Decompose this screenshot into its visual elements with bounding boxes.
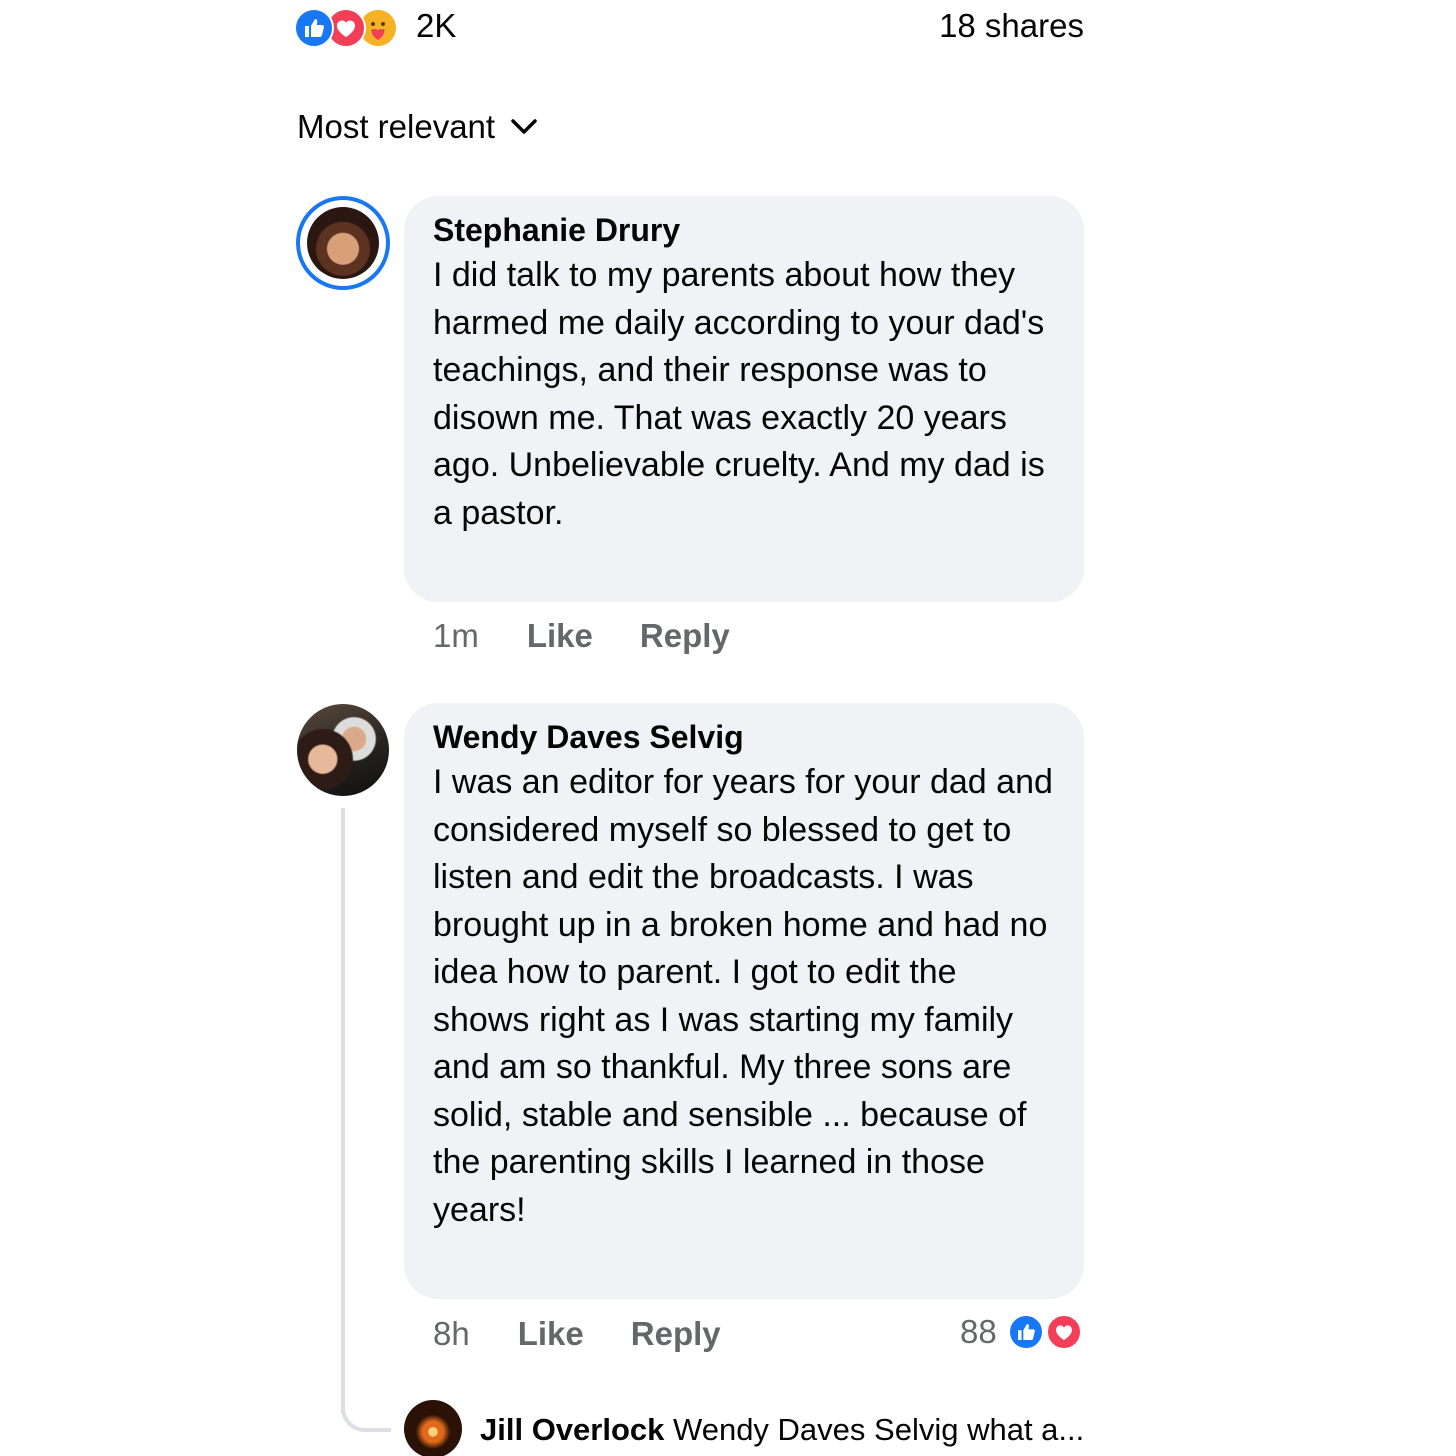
comment-actions: 8h Like Reply <box>433 1314 721 1354</box>
comment-author[interactable]: Stephanie Drury <box>433 208 1056 252</box>
love-icon <box>1046 1314 1082 1350</box>
comment-bubble: Stephanie Drury I did talk to my parents… <box>404 196 1084 602</box>
comment-bubble: Wendy Daves Selvig I was an editor for y… <box>404 703 1084 1299</box>
thread-connector <box>341 1382 391 1432</box>
comment-text: I did talk to my parents about how they … <box>433 256 1045 532</box>
like-icon <box>1008 1314 1044 1350</box>
thread-line <box>341 808 345 1414</box>
like-icon <box>294 8 334 48</box>
sort-label: Most relevant <box>297 108 496 145</box>
reply-snippet: Wendy Daves Selvig what a... <box>673 1412 1085 1447</box>
sort-dropdown[interactable]: Most relevant <box>297 104 539 150</box>
avatar[interactable] <box>297 704 389 796</box>
like-button[interactable]: Like <box>527 616 593 656</box>
comments-page: 2K 18 shares Most relevant Stephanie Dru… <box>0 0 1456 1456</box>
comment-reaction-summary[interactable]: 88 <box>958 1310 1088 1354</box>
comment-actions: 1m Like Reply <box>433 616 730 656</box>
reply-author: Jill Overlock <box>480 1412 665 1447</box>
reaction-count[interactable]: 2K <box>416 6 456 46</box>
reply-preview[interactable]: Jill Overlock Wendy Daves Selvig what a.… <box>480 1410 1084 1450</box>
avatar[interactable] <box>307 207 379 279</box>
comment-author[interactable]: Wendy Daves Selvig <box>433 715 1056 759</box>
like-button[interactable]: Like <box>518 1314 584 1354</box>
shares-count[interactable]: 18 shares <box>939 6 1084 46</box>
comment-timestamp[interactable]: 8h <box>433 1314 470 1354</box>
reply-button[interactable]: Reply <box>640 616 730 656</box>
comment-timestamp[interactable]: 1m <box>433 616 479 656</box>
avatar[interactable] <box>404 1400 462 1456</box>
reaction-summary[interactable] <box>294 8 410 48</box>
post-stats-bar: 2K 18 shares <box>294 4 1084 48</box>
comment-reaction-count: 88 <box>960 1313 997 1350</box>
chevron-down-icon <box>511 119 537 134</box>
comment-text: I was an editor for years for your dad a… <box>433 763 1053 1229</box>
reply-button[interactable]: Reply <box>631 1314 721 1354</box>
